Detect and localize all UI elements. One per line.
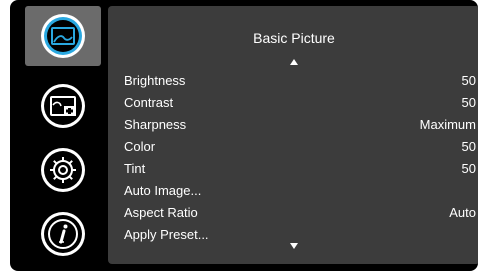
menu-item-auto-image[interactable]: Auto Image... [124, 182, 476, 200]
menu-item-color[interactable]: Color 50 [124, 138, 476, 156]
menu-item-label: Apply Preset... [124, 227, 209, 242]
osd-menu: Basic Picture Brightness 50 Contrast 50 … [10, 0, 478, 271]
menu-item-value: 50 [461, 161, 476, 176]
menu-item-label: Sharpness [124, 117, 187, 132]
sidebar-item-picture[interactable] [25, 6, 101, 66]
sidebar-item-info[interactable] [25, 204, 101, 264]
menu-item-contrast[interactable]: Contrast 50 [124, 94, 476, 112]
basic-picture-panel: Basic Picture Brightness 50 Contrast 50 … [108, 6, 478, 264]
menu-item-value: 50 [461, 95, 476, 110]
menu-item-value: Auto [449, 205, 476, 220]
panel-title: Basic Picture [253, 30, 335, 46]
settings-gear-icon [41, 148, 85, 192]
menu-item-value: 50 [461, 73, 476, 88]
menu-item-label: Contrast [124, 95, 174, 110]
menu-item-label: Brightness [124, 73, 186, 88]
menu-item-value: 50 [461, 139, 476, 154]
menu-item-tint[interactable]: Tint 50 [124, 160, 476, 178]
scroll-down-arrow-icon[interactable] [290, 243, 298, 249]
menu-item-label: Aspect Ratio [124, 205, 198, 220]
menu-sidebar [23, 6, 103, 268]
sidebar-item-picture-in-picture[interactable] [25, 76, 101, 136]
menu-item-label: Tint [124, 161, 146, 176]
menu-item-sharpness[interactable]: Sharpness Maximum [124, 116, 476, 134]
menu-item-apply-preset[interactable]: Apply Preset... [124, 226, 476, 244]
sidebar-item-settings[interactable] [25, 140, 101, 200]
menu-item-label: Auto Image... [124, 183, 202, 198]
menu-item-brightness[interactable]: Brightness 50 [124, 72, 476, 90]
picture-icon [41, 14, 85, 58]
menu-item-aspect-ratio[interactable]: Aspect Ratio Auto [124, 204, 476, 222]
menu-item-value: Maximum [419, 117, 476, 132]
picture-in-picture-icon [41, 84, 85, 128]
menu-item-label: Color [124, 139, 156, 154]
info-icon [41, 212, 85, 256]
scroll-up-arrow-icon[interactable] [290, 59, 298, 65]
